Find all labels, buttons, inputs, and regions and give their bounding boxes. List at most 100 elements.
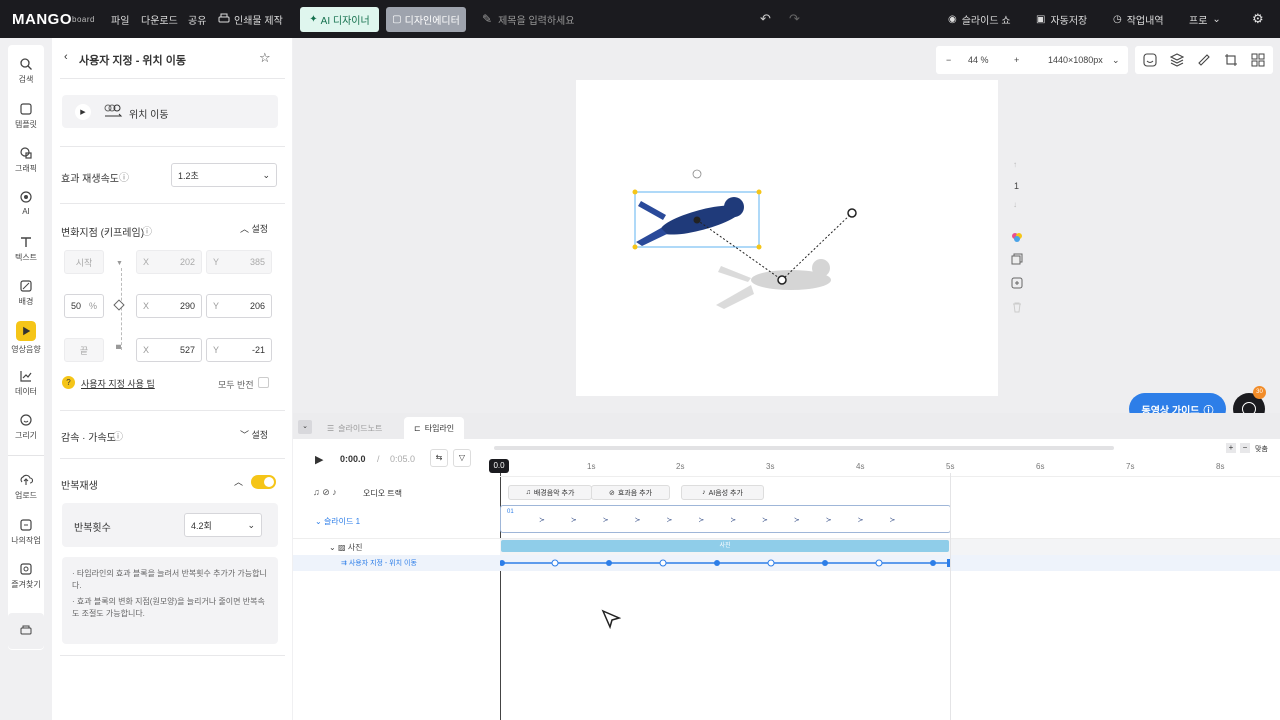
speed-select[interactable]: 1.2초 ⌄	[171, 163, 277, 187]
star-icon[interactable]: ☆	[259, 50, 271, 66]
photo-clip[interactable]: 사진	[501, 540, 949, 552]
motion-start-point[interactable]	[693, 216, 701, 224]
effect-track-label[interactable]: ⇉ 사용자 지정 - 위치 이동	[341, 558, 417, 568]
keyframe-diamond-icon[interactable]	[113, 299, 125, 311]
logo[interactable]: MANGO board	[12, 0, 95, 38]
tab-slide-notes[interactable]: ☰ 슬라이드노트	[317, 417, 392, 439]
chevron-down-icon[interactable]: ⌄	[1112, 55, 1120, 66]
menu-download[interactable]: 다운로드	[141, 0, 178, 38]
photo-track-label[interactable]: ⌄ ▨ 사진	[329, 542, 362, 553]
menu-file[interactable]: 파일	[111, 0, 129, 38]
keyframe-icon[interactable]: ⇆	[430, 449, 448, 467]
ruler-icon[interactable]	[1197, 53, 1211, 67]
sidebar-label: 업로드	[14, 491, 38, 500]
flip-all-checkbox[interactable]	[258, 377, 269, 388]
trash-icon[interactable]	[1011, 301, 1023, 313]
history-button[interactable]: ◷ 작업내역	[1113, 0, 1164, 38]
print-button[interactable]: 인쇄물 제작	[218, 0, 283, 38]
grid-icon[interactable]	[1251, 53, 1265, 67]
comment-icon[interactable]	[1143, 53, 1157, 67]
sidebar-item-text[interactable]: 텍스트	[8, 235, 44, 263]
color-palette-icon[interactable]	[1011, 231, 1023, 243]
copy-icon[interactable]	[1011, 253, 1023, 265]
filter-icon[interactable]: ▽	[453, 449, 471, 467]
sidebar-item-graphic[interactable]: 그래픽	[8, 146, 44, 174]
sidebar-item-data[interactable]: 데이터	[8, 369, 44, 397]
mid-y-field[interactable]: Y 206	[206, 294, 272, 318]
midpoint-percent-field[interactable]: 50%	[64, 294, 104, 318]
ease-toggle[interactable]: ﹀ 설정	[240, 428, 268, 441]
sidebar-item-ai[interactable]: AI	[8, 190, 44, 216]
add-page-icon[interactable]	[1011, 277, 1023, 289]
add-sfx-button[interactable]: ⊘ 효과음 추가	[591, 485, 670, 500]
chevron-up-icon[interactable]: ︿	[234, 475, 243, 488]
play-button[interactable]: ▶	[315, 453, 323, 466]
end-y-field[interactable]: Y -21	[206, 338, 272, 362]
repeat-toggle[interactable]	[251, 475, 276, 489]
canvas-size[interactable]: 1440×1080px	[1048, 55, 1103, 65]
rotate-handle-icon[interactable]	[692, 169, 702, 179]
sidebar-item-favorites[interactable]: 즐겨찾기	[8, 562, 44, 590]
diver-image[interactable]	[636, 197, 744, 246]
slide-track-strip[interactable]: 01 ≻≻≻≻≻≻≻≻≻≻≻≻	[500, 505, 951, 533]
sidebar-item-background[interactable]: 배경	[8, 279, 44, 307]
resize-handle[interactable]	[632, 189, 638, 195]
keyframe-toggle[interactable]: ︿ 설정	[240, 222, 268, 235]
motion-end-point[interactable]	[847, 208, 857, 218]
add-ai-voice-button[interactable]: ♪ AI음성 추가	[681, 485, 764, 500]
slideshow-button[interactable]: ◉ 슬라이드 쇼	[948, 0, 1011, 38]
fit-button[interactable]: 맞춤	[1255, 444, 1268, 454]
undo-icon[interactable]: ↶	[760, 0, 771, 38]
end-x-field[interactable]: X 527	[136, 338, 202, 362]
autosave-button[interactable]: ▣ 자동저장	[1036, 0, 1087, 38]
sidebar-item-my-work[interactable]: 나의작업	[8, 518, 44, 546]
layers-icon[interactable]	[1170, 53, 1184, 67]
notes-icon: ☰	[327, 423, 335, 433]
sidebar-divider	[8, 455, 44, 456]
help-icon[interactable]: ⓘ	[142, 223, 152, 238]
zoom-in-button[interactable]: +	[1014, 55, 1019, 65]
slide-canvas[interactable]	[576, 80, 998, 396]
zoom-in-icon[interactable]: +	[1226, 443, 1236, 453]
sidebar-bottom-button[interactable]	[8, 613, 44, 649]
crop-icon[interactable]	[1224, 53, 1238, 67]
arrow-down-icon[interactable]: ↓	[1013, 200, 1017, 209]
help-icon[interactable]: ⓘ	[113, 428, 123, 443]
play-icon[interactable]: ▶	[75, 104, 91, 120]
sidebar-item-upload[interactable]: 업로드	[8, 473, 44, 501]
zoom-out-button[interactable]: −	[946, 55, 951, 65]
repeat-count-select[interactable]: 4.2회 ⌄	[184, 513, 262, 537]
resize-handle[interactable]	[756, 189, 762, 195]
slide-content	[632, 169, 857, 309]
slide-track-label[interactable]: ⌄ 슬라이드 1	[315, 516, 360, 527]
arrow-up-icon[interactable]: ↑	[1013, 160, 1017, 169]
tip-link[interactable]: 사용자 지정 사용 팁	[81, 377, 155, 390]
plan-dropdown[interactable]: 프로 ⌄	[1189, 0, 1221, 38]
playhead-label[interactable]: 0.0	[489, 459, 509, 473]
effect-preview[interactable]: ▶ 위치 이동	[62, 95, 278, 128]
sidebar-item-draw[interactable]: 그리기	[8, 413, 44, 441]
title-input[interactable]: ✎ 제목을 입력하세요	[482, 0, 574, 38]
design-editor-button[interactable]: ▢ 디자인에디터	[386, 7, 466, 32]
timeline-scrollbar[interactable]	[494, 446, 1114, 450]
collapse-icon[interactable]: ⌄	[298, 420, 312, 434]
zoom-out-icon[interactable]: −	[1240, 443, 1250, 453]
zoom-level[interactable]: 44 %	[968, 55, 989, 65]
motion-mid-point[interactable]	[777, 275, 787, 285]
redo-icon[interactable]: ↷	[789, 0, 800, 38]
ai-designer-button[interactable]: ✦ AI 디자이너	[300, 7, 379, 32]
back-icon[interactable]: ‹	[64, 51, 68, 63]
resize-handle[interactable]	[756, 244, 762, 250]
sidebar-item-template[interactable]: 템플릿	[8, 102, 44, 130]
help-icon[interactable]: ⓘ	[119, 169, 129, 184]
settings-icon[interactable]: ⚙	[1252, 0, 1264, 38]
tab-timeline[interactable]: ⊏ 타임라인	[404, 417, 465, 439]
start-x-field: X 202	[136, 250, 202, 274]
menu-share[interactable]: 공유	[188, 0, 206, 38]
sidebar-item-search[interactable]: 검색	[8, 57, 44, 85]
mid-x-field[interactable]: X 290	[136, 294, 202, 318]
add-bgm-button[interactable]: ♫ 배경음악 추가	[508, 485, 592, 500]
resize-handle[interactable]	[632, 244, 638, 250]
effect-keyframe-track[interactable]	[500, 555, 952, 571]
sidebar-item-video-audio[interactable]: 영상음향	[8, 321, 44, 355]
